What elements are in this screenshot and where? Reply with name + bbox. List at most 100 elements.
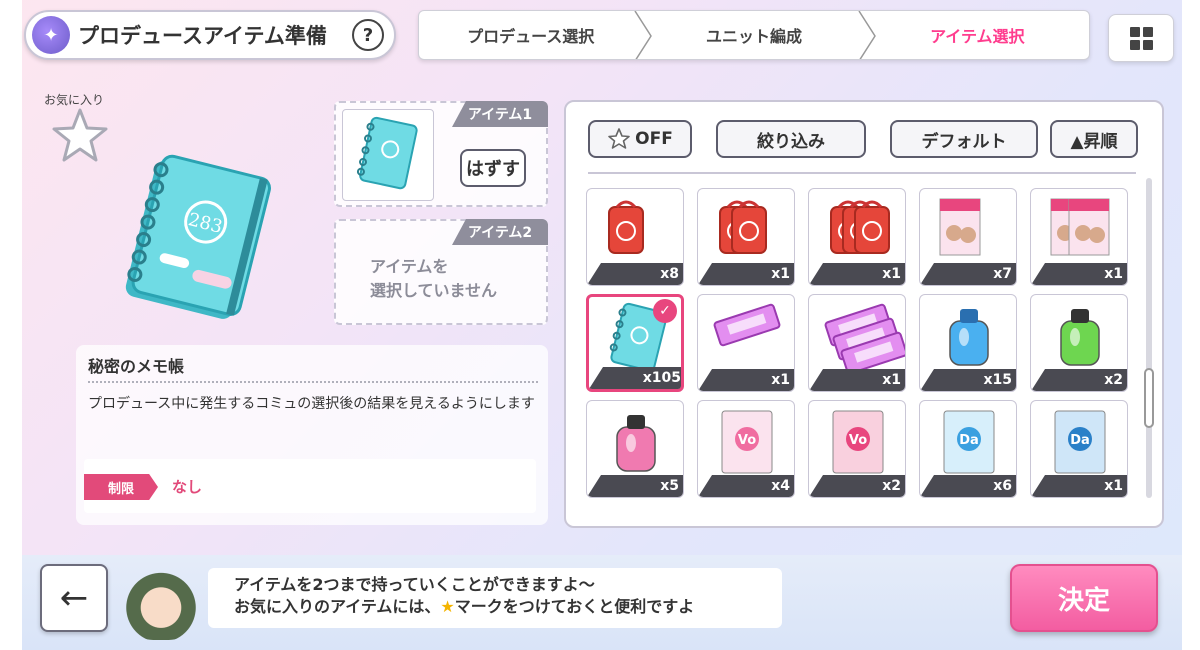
item-count: x4 [698, 475, 794, 497]
assistant-message-line2-part1: お気に入りのアイテムには、 [234, 597, 441, 616]
perfume-green-icon [1060, 309, 1100, 366]
item-cell-perfume-green[interactable]: x2 [1030, 294, 1128, 392]
item-list-panel: OFF 絞り込み デフォルト ▲昇順 x8 x1 x1 x7 x1 x105 ✓ x1 x1 x1… [564, 100, 1164, 528]
svg-text:Da: Da [1070, 433, 1090, 448]
item-slot-1-thumbnail [342, 109, 434, 201]
item-count: x1 [809, 369, 905, 391]
chevron-right-icon [858, 11, 876, 59]
favorite-filter-button[interactable]: OFF [588, 120, 692, 158]
item-count: x1 [1031, 263, 1127, 285]
empty-slot-text: アイテムを 選択していません [370, 255, 497, 303]
item-slot-2[interactable]: アイテム2 アイテムを 選択していません [334, 219, 548, 325]
menu-grid-button[interactable] [1108, 14, 1174, 62]
item-cell-perfume-blue[interactable]: x15 [919, 294, 1017, 392]
help-button[interactable]: ? [352, 19, 384, 51]
assistant-message-line2: お気に入りのアイテムには、★マークをつけておくと便利ですよ [234, 596, 782, 618]
limit-tag: 制限 [84, 474, 158, 500]
order-button[interactable]: ▲昇順 [1050, 120, 1138, 158]
item-count: x15 [920, 369, 1016, 391]
item-description-box: 秘密のメモ帳 プロデュース中に発生するコミュの選択後の結果を見えるようにします … [76, 345, 548, 525]
item-count: x1 [809, 263, 905, 285]
page-title: プロデュースアイテム準備 [78, 24, 327, 48]
vo-book2-icon: Vo [832, 410, 884, 474]
item-slot-1-tag: アイテム1 [452, 101, 548, 127]
item-cell-vo-book2[interactable]: Vo x2 [808, 400, 906, 498]
divider [88, 381, 538, 383]
frame-right [1182, 0, 1200, 650]
item-slot-2-tag: アイテム2 [452, 219, 548, 245]
confirm-button[interactable]: 決定 [1010, 564, 1158, 632]
item-description: プロデュース中に発生するコミュの選択後の結果を見えるようにします [88, 396, 535, 412]
item-cell-omamori3[interactable]: x1 [808, 188, 906, 286]
step-produce-select: プロデュース選択 [467, 27, 595, 46]
filter-button[interactable]: 絞り込み [716, 120, 866, 158]
step-unit-formation: ユニット編成 [705, 27, 802, 46]
item-slot-1[interactable]: アイテム1 はずす [334, 101, 548, 207]
item-count: x1 [1031, 475, 1127, 497]
da-book2-icon: Da [1054, 410, 1106, 474]
item-cell-ticket3[interactable]: x1 [808, 294, 906, 392]
ticket3-icon [824, 303, 905, 373]
app-logo-icon: ✦ [32, 16, 70, 54]
limit-row: 制限 なし [84, 459, 536, 513]
scrollbar[interactable] [1144, 178, 1154, 498]
item-count: x7 [920, 263, 1016, 285]
favorite-star-icon[interactable] [50, 106, 110, 166]
item-cell-magazine1[interactable]: x7 [919, 188, 1017, 286]
favorite-filter-label: OFF [635, 129, 673, 149]
frame-left [0, 0, 22, 650]
perfume-blue-icon [949, 309, 989, 366]
item-cell-omamori1[interactable]: x8 [586, 188, 684, 286]
chevron-right-icon [634, 11, 652, 59]
svg-text:Vo: Vo [849, 433, 867, 448]
svg-text:Da: Da [959, 433, 979, 448]
item-cell-da-book1[interactable]: Da x6 [919, 400, 1017, 498]
item-count: x1 [698, 369, 794, 391]
item-count: x2 [1031, 369, 1127, 391]
item-cell-magazine2[interactable]: x1 [1030, 188, 1128, 286]
scrollbar-thumb[interactable] [1144, 368, 1154, 428]
item-cell-da-book2[interactable]: Da x1 [1030, 400, 1128, 498]
omamori2-icon [719, 200, 767, 254]
magazine1-icon [939, 198, 981, 256]
empty-slot-text-line2: 選択していません [370, 281, 498, 300]
star-icon: ★ [440, 597, 455, 616]
vo-book1-icon: Vo [721, 410, 773, 474]
screen-title-bar: ✦ プロデュースアイテム準備 ? [24, 10, 396, 60]
item-cell-perfume-pink[interactable]: x5 [586, 400, 684, 498]
notebook-icon [356, 116, 418, 190]
remove-item-button[interactable]: はずす [460, 149, 526, 187]
item-count: x5 [587, 475, 683, 497]
grid-icon [1129, 26, 1153, 50]
step-breadcrumb: プロデュース選択 ユニット編成 アイテム選択 [418, 10, 1090, 60]
assistant-avatar [122, 568, 200, 640]
back-button[interactable]: ← [40, 564, 108, 632]
item-name: 秘密のメモ帳 [88, 357, 185, 376]
svg-text:Vo: Vo [738, 433, 756, 448]
item-cell-vo-book1[interactable]: Vo x4 [697, 400, 795, 498]
step-item-select: アイテム選択 [930, 27, 1025, 46]
item-grid: x8 x1 x1 x7 x1 x105 ✓ x1 x1 x15 x2 x5 Vo x4 Vo x2 Da x6 Da… [586, 188, 1132, 508]
item-count: x1 [698, 263, 794, 285]
assistant-message-line2-part2: マークをつけておくと便利ですよ [454, 597, 695, 616]
item-cell-omamori2[interactable]: x1 [697, 188, 795, 286]
perfume-pink-icon [616, 415, 656, 472]
item-count: x2 [809, 475, 905, 497]
ticket1-icon [713, 303, 781, 347]
omamori3-icon [830, 200, 890, 254]
da-book1-icon: Da [943, 410, 995, 474]
item-cell-ticket1[interactable]: x1 [697, 294, 795, 392]
selected-item-image: 283 [125, 154, 271, 319]
empty-slot-text-line1: アイテムを [370, 257, 449, 276]
divider [588, 172, 1136, 174]
assistant-message-line1: アイテムを2つまで持っていくことができますよ～ [234, 575, 595, 594]
sort-button[interactable]: デフォルト [890, 120, 1038, 158]
omamori1-icon [608, 200, 644, 254]
magazine2-icon [1050, 198, 1110, 256]
item-count: x6 [920, 475, 1016, 497]
item-cell-notebook[interactable]: x105 ✓ [586, 294, 684, 392]
item-count: x8 [587, 263, 683, 285]
check-icon: ✓ [653, 299, 677, 323]
limit-value: なし [172, 478, 203, 496]
item-count: x105 [589, 367, 681, 389]
